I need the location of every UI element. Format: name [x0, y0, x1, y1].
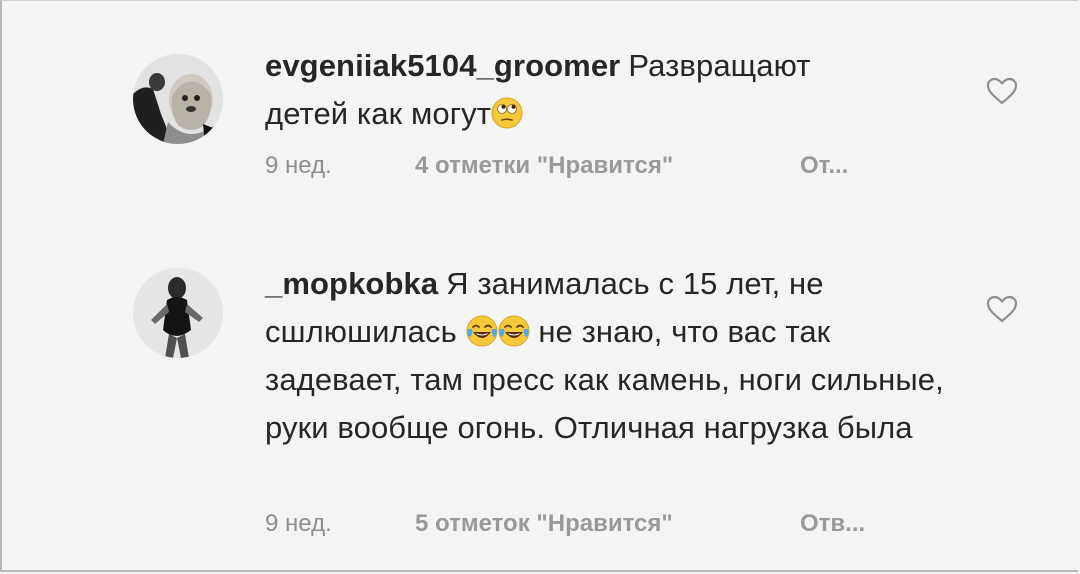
comment-likes-link[interactable]: 4 отметки "Нравится" [415, 152, 800, 180]
face-with-tears-of-joy-icon [466, 315, 498, 347]
comment-timestamp: 9 нед. [265, 510, 332, 537]
avatar[interactable] [133, 54, 223, 144]
comment-likes-link[interactable]: 5 отметок "Нравится" [415, 510, 800, 538]
heart-outline-icon [986, 295, 1018, 323]
comment-timestamp: 9 нед. [265, 152, 332, 179]
reply-button[interactable]: От... [800, 152, 848, 180]
comment-meta: 9 нед. 5 отметок "Нравится" Отв... [265, 510, 865, 538]
face-with-tears-of-joy-icon [498, 315, 530, 347]
comment-text-line: Развращают [628, 48, 811, 83]
like-heart-button[interactable] [985, 294, 1019, 324]
comment-text-line: детей как могут [265, 96, 492, 131]
comment-meta: 9 нед. 4 отметки "Нравится" От... [265, 152, 848, 180]
avatar[interactable] [133, 268, 223, 358]
comment-text: _mopkobka Я занималась с 15 лет, не сшлюш… [265, 260, 955, 452]
heart-outline-icon [986, 77, 1018, 105]
comment-text: evgeniiak5104_groomer Развращают детей ка… [265, 42, 935, 138]
comment-username[interactable]: evgeniiak5104_groomer [265, 48, 620, 83]
reply-button[interactable]: Отв... [800, 510, 865, 538]
comment-username[interactable]: _mopkobka [265, 266, 438, 301]
face-with-rolling-eyes-icon [491, 97, 523, 129]
like-heart-button[interactable] [985, 76, 1019, 106]
